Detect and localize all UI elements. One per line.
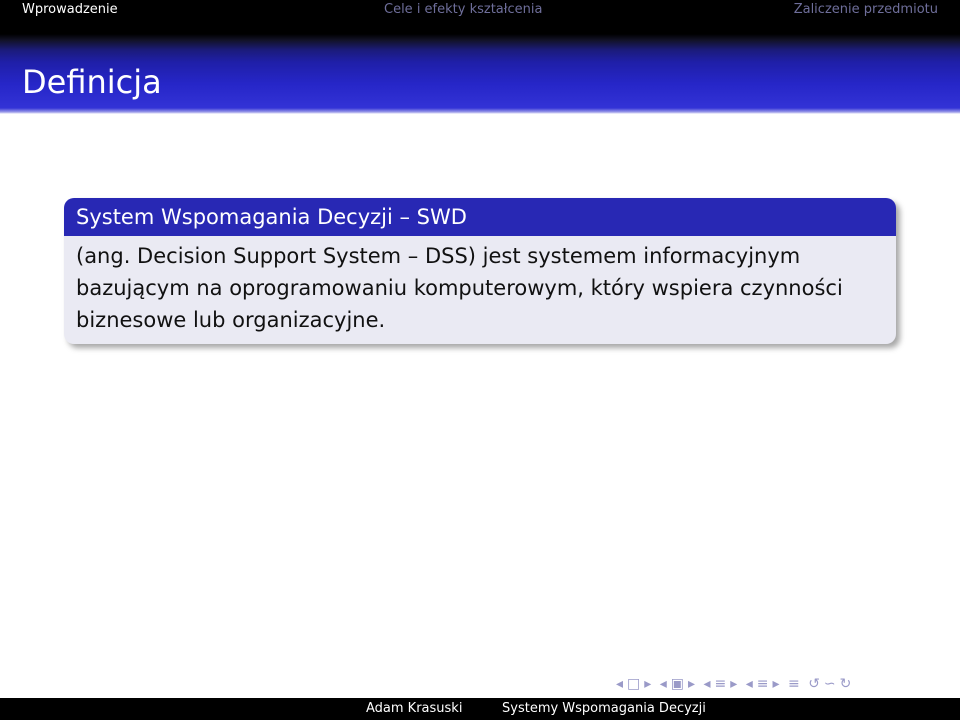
search-icon[interactable]: ∽ [824, 674, 836, 694]
nav-section-wprowadzenie[interactable]: Wprowadzenie [22, 0, 118, 20]
prev-subsection-icon[interactable]: ◂ [660, 674, 667, 694]
back-icon[interactable]: ↺ [808, 674, 820, 694]
section-navigation-bar: Wprowadzenie Cele i efekty kształcenia Z… [0, 0, 960, 34]
next-document-icon[interactable]: ▸ [773, 674, 780, 694]
prev-frame-icon[interactable]: ◂ [616, 674, 623, 694]
section-icon[interactable]: ≡ [715, 674, 727, 694]
frame-title: Definicja [22, 63, 162, 101]
next-subsection-icon[interactable]: ▸ [688, 674, 695, 694]
block-body: (ang. Decision Support System – DSS) jes… [64, 234, 896, 336]
block-line: bazującym na oprogramowaniu komputerowym… [76, 276, 843, 300]
prev-section-icon[interactable]: ◂ [704, 674, 711, 694]
nav-section-cele[interactable]: Cele i efekty kształcenia [384, 0, 542, 20]
footer-bar: Adam Krasuski Systemy Wspomagania Decyzj… [0, 698, 960, 720]
next-frame-icon[interactable]: ▸ [644, 674, 651, 694]
document-icon[interactable]: ≡ [757, 674, 769, 694]
block-line: biznesowe lub organizacyjne. [76, 308, 386, 332]
block-title: System Wspomagania Decyzji – SWD [64, 198, 896, 236]
next-section-icon[interactable]: ▸ [730, 674, 737, 694]
outline-icon[interactable]: ≡ [788, 674, 800, 694]
frame-title-band: Definicja [0, 34, 960, 114]
definition-block: System Wspomagania Decyzji – SWD (ang. D… [64, 198, 896, 344]
block-line: (ang. Decision Support System – DSS) jes… [76, 244, 801, 268]
footer-title: Systemy Wspomagania Decyzji [502, 701, 706, 716]
beamer-navigation-symbols: ◂ □ ▸ ◂ ▣ ▸ ◂ ≡ ▸ ◂ ≡ ▸ ≡ ↺ ∽ ↻ [616, 674, 956, 694]
footer-author: Adam Krasuski [366, 701, 463, 716]
forward-icon[interactable]: ↻ [840, 674, 852, 694]
subsection-icon[interactable]: ▣ [671, 674, 684, 694]
frame-icon[interactable]: □ [627, 674, 640, 694]
nav-section-zaliczenie[interactable]: Zaliczenie przedmiotu [794, 0, 938, 20]
prev-document-icon[interactable]: ◂ [746, 674, 753, 694]
